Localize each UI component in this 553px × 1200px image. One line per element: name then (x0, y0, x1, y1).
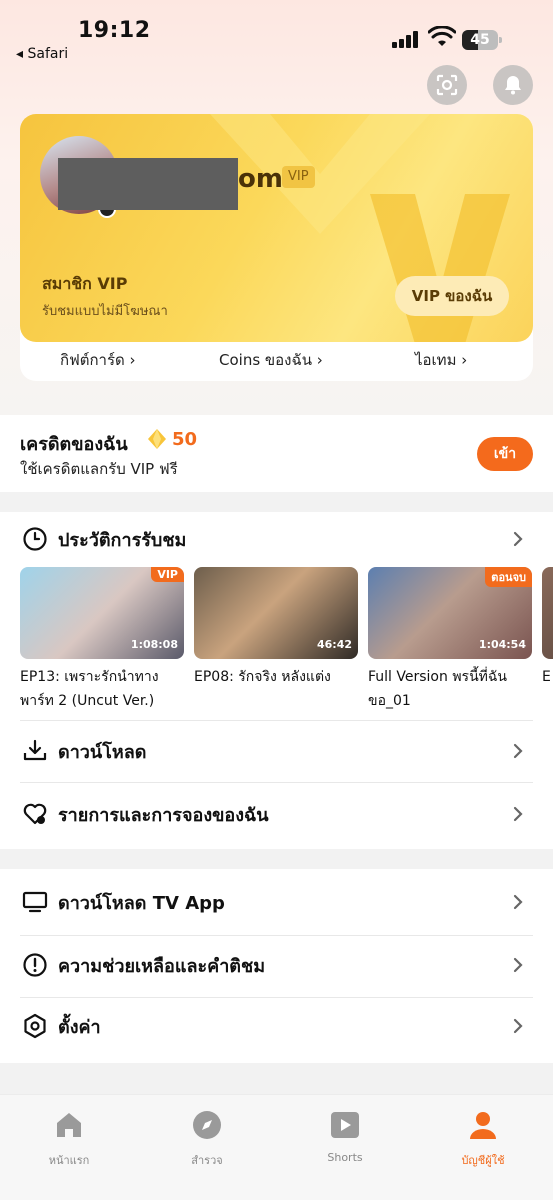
back-to-safari-link[interactable]: ◂ Safari (16, 46, 68, 62)
settings-icon (24, 1013, 46, 1039)
heart-icon (23, 803, 47, 825)
help-label: ความช่วยเหลือและคำติชม (58, 956, 266, 977)
settings-label: ตั้งค่า (58, 1017, 101, 1038)
tab-account-label: บัญชีผู้ใช้ (461, 1154, 505, 1167)
tab-explore[interactable]: สำรวจ (162, 1109, 252, 1169)
video-title: E (542, 669, 551, 685)
compass-icon (193, 1111, 221, 1139)
download-icon (23, 739, 47, 761)
chevron-right-icon (513, 894, 523, 910)
help-icon (23, 953, 47, 977)
tv-app-label: ดาวน์โหลด TV App (58, 893, 225, 914)
my-list-label: รายการและการจองของฉัน (58, 805, 269, 826)
video-duration: 1:08:08 (130, 638, 178, 651)
settings-row[interactable]: ตั้งค่า (20, 996, 533, 1056)
wifi-icon (428, 26, 456, 46)
video-thumbnail: ตอนจบ 1:04:54 (368, 567, 532, 659)
vip-card-container: om VIP สมาชิก VIP รับชมแบบไม่มีโฆษณา VIP… (20, 114, 533, 381)
tv-app-row[interactable]: ดาวน์โหลด TV App (20, 872, 533, 932)
chevron-right-icon: › (129, 351, 136, 369)
video-thumbnail (542, 567, 553, 659)
clock-icon (23, 527, 47, 551)
clock: 19:12 (78, 18, 151, 43)
credit-enter-button[interactable]: เข้า (477, 437, 533, 471)
my-coins-link[interactable]: Coins ของฉัน › (219, 348, 323, 372)
tab-shorts[interactable]: Shorts (300, 1109, 390, 1164)
credit-subtitle: ใช้เครดิตแลกรับ VIP ฟรี (20, 460, 178, 478)
vip-subtitle: รับชมแบบไม่มีโฆษณา (42, 304, 168, 319)
history-item[interactable]: VIP 1:08:08 EP13: เพราะรักนำทาง พาร์ท 2 … (20, 567, 184, 713)
tab-shorts-label: Shorts (327, 1151, 363, 1164)
tab-account[interactable]: บัญชีผู้ใช้ (438, 1109, 528, 1169)
video-duration: 1:04:54 (478, 638, 526, 651)
history-title: ประวัติการรับชม (58, 530, 187, 551)
history-item[interactable]: 46:42 EP08: รักจริง หลังแต่ง (194, 567, 358, 689)
battery-icon: 45 (462, 30, 502, 50)
history-carousel[interactable]: VIP 1:08:08 EP13: เพราะรักนำทาง พาร์ท 2 … (20, 567, 553, 717)
status-bar: 19:12 ◂ Safari 45 (0, 0, 553, 70)
my-vip-button[interactable]: VIP ของฉัน (395, 276, 509, 316)
history-item[interactable]: E (542, 567, 553, 689)
user-icon (470, 1112, 496, 1139)
credit-amount: 50 (172, 429, 198, 450)
video-duration: 46:42 (316, 638, 352, 651)
settings-section: ดาวน์โหลด TV App ความช่วยเหลือและคำติชม … (0, 869, 553, 1063)
video-title: EP13: เพราะรักนำทาง พาร์ท 2 (Uncut Ver.) (20, 669, 159, 709)
chevron-right-icon (513, 743, 523, 759)
chevron-right-icon: › (461, 351, 468, 369)
chevron-right-icon: › (316, 351, 323, 369)
items-label: ไอเทม (415, 351, 457, 369)
cellular-signal-icon (392, 30, 422, 48)
my-list-row[interactable]: รายการและการจองของฉัน (20, 784, 533, 844)
username-redaction (58, 158, 238, 210)
ending-tag: ตอนจบ (485, 567, 532, 587)
bottom-tab-bar: หน้าแรก สำรวจ Shorts บัญชีผู้ใช้ (0, 1094, 553, 1200)
download-row[interactable]: ดาวน์โหลด (20, 721, 533, 781)
gift-card-label: กิฟต์การ์ด (60, 351, 125, 369)
my-coins-label: Coins ของฉัน (219, 351, 312, 369)
quick-links: กิฟต์การ์ด › Coins ของฉัน › ไอเทม › (20, 348, 533, 374)
username: om (238, 164, 283, 194)
chevron-right-icon (513, 1018, 523, 1034)
vip-badge: VIP (282, 166, 315, 188)
scan-icon (436, 74, 458, 96)
video-title: EP08: รักจริง หลังแต่ง (194, 669, 331, 685)
tab-explore-label: สำรวจ (191, 1154, 223, 1167)
history-item[interactable]: ตอนจบ 1:04:54 Full Version พรนี้ที่ฉันขอ… (368, 567, 532, 713)
diamond-icon (148, 429, 166, 449)
scan-button[interactable] (427, 65, 467, 105)
tab-home-label: หน้าแรก (48, 1154, 90, 1167)
vip-title: สมาชิก VIP (42, 274, 128, 293)
credit-title: เครดิตของฉัน (20, 434, 128, 455)
home-icon (57, 1113, 81, 1137)
video-title: Full Version พรนี้ที่ฉันขอ_01 (368, 669, 507, 709)
items-link[interactable]: ไอเทม › (415, 348, 467, 372)
history-row[interactable]: ประวัติการรับชม (20, 509, 533, 569)
monitor-icon (22, 891, 48, 913)
vip-card[interactable]: om VIP สมาชิก VIP รับชมแบบไม่มีโฆษณา VIP… (20, 114, 533, 342)
help-row[interactable]: ความช่วยเหลือและคำติชม (20, 935, 533, 995)
video-thumbnail: VIP 1:08:08 (20, 567, 184, 659)
history-section: ประวัติการรับชม VIP 1:08:08 EP13: เพราะร… (0, 512, 553, 849)
vip-tag: VIP (151, 567, 184, 582)
gift-card-link[interactable]: กิฟต์การ์ด › (60, 348, 136, 372)
bell-icon (505, 76, 521, 95)
tab-home[interactable]: หน้าแรก (24, 1109, 114, 1169)
play-icon (331, 1112, 359, 1138)
chevron-right-icon (513, 957, 523, 973)
notification-button[interactable] (493, 65, 533, 105)
chevron-right-icon (513, 806, 523, 822)
chevron-right-icon (513, 531, 523, 547)
download-label: ดาวน์โหลด (58, 742, 147, 763)
battery-percent: 45 (470, 32, 490, 48)
divider (20, 782, 533, 783)
video-thumbnail: 46:42 (194, 567, 358, 659)
credit-section: เครดิตของฉัน 50 ใช้เครดิตแลกรับ VIP ฟรี … (0, 415, 553, 492)
